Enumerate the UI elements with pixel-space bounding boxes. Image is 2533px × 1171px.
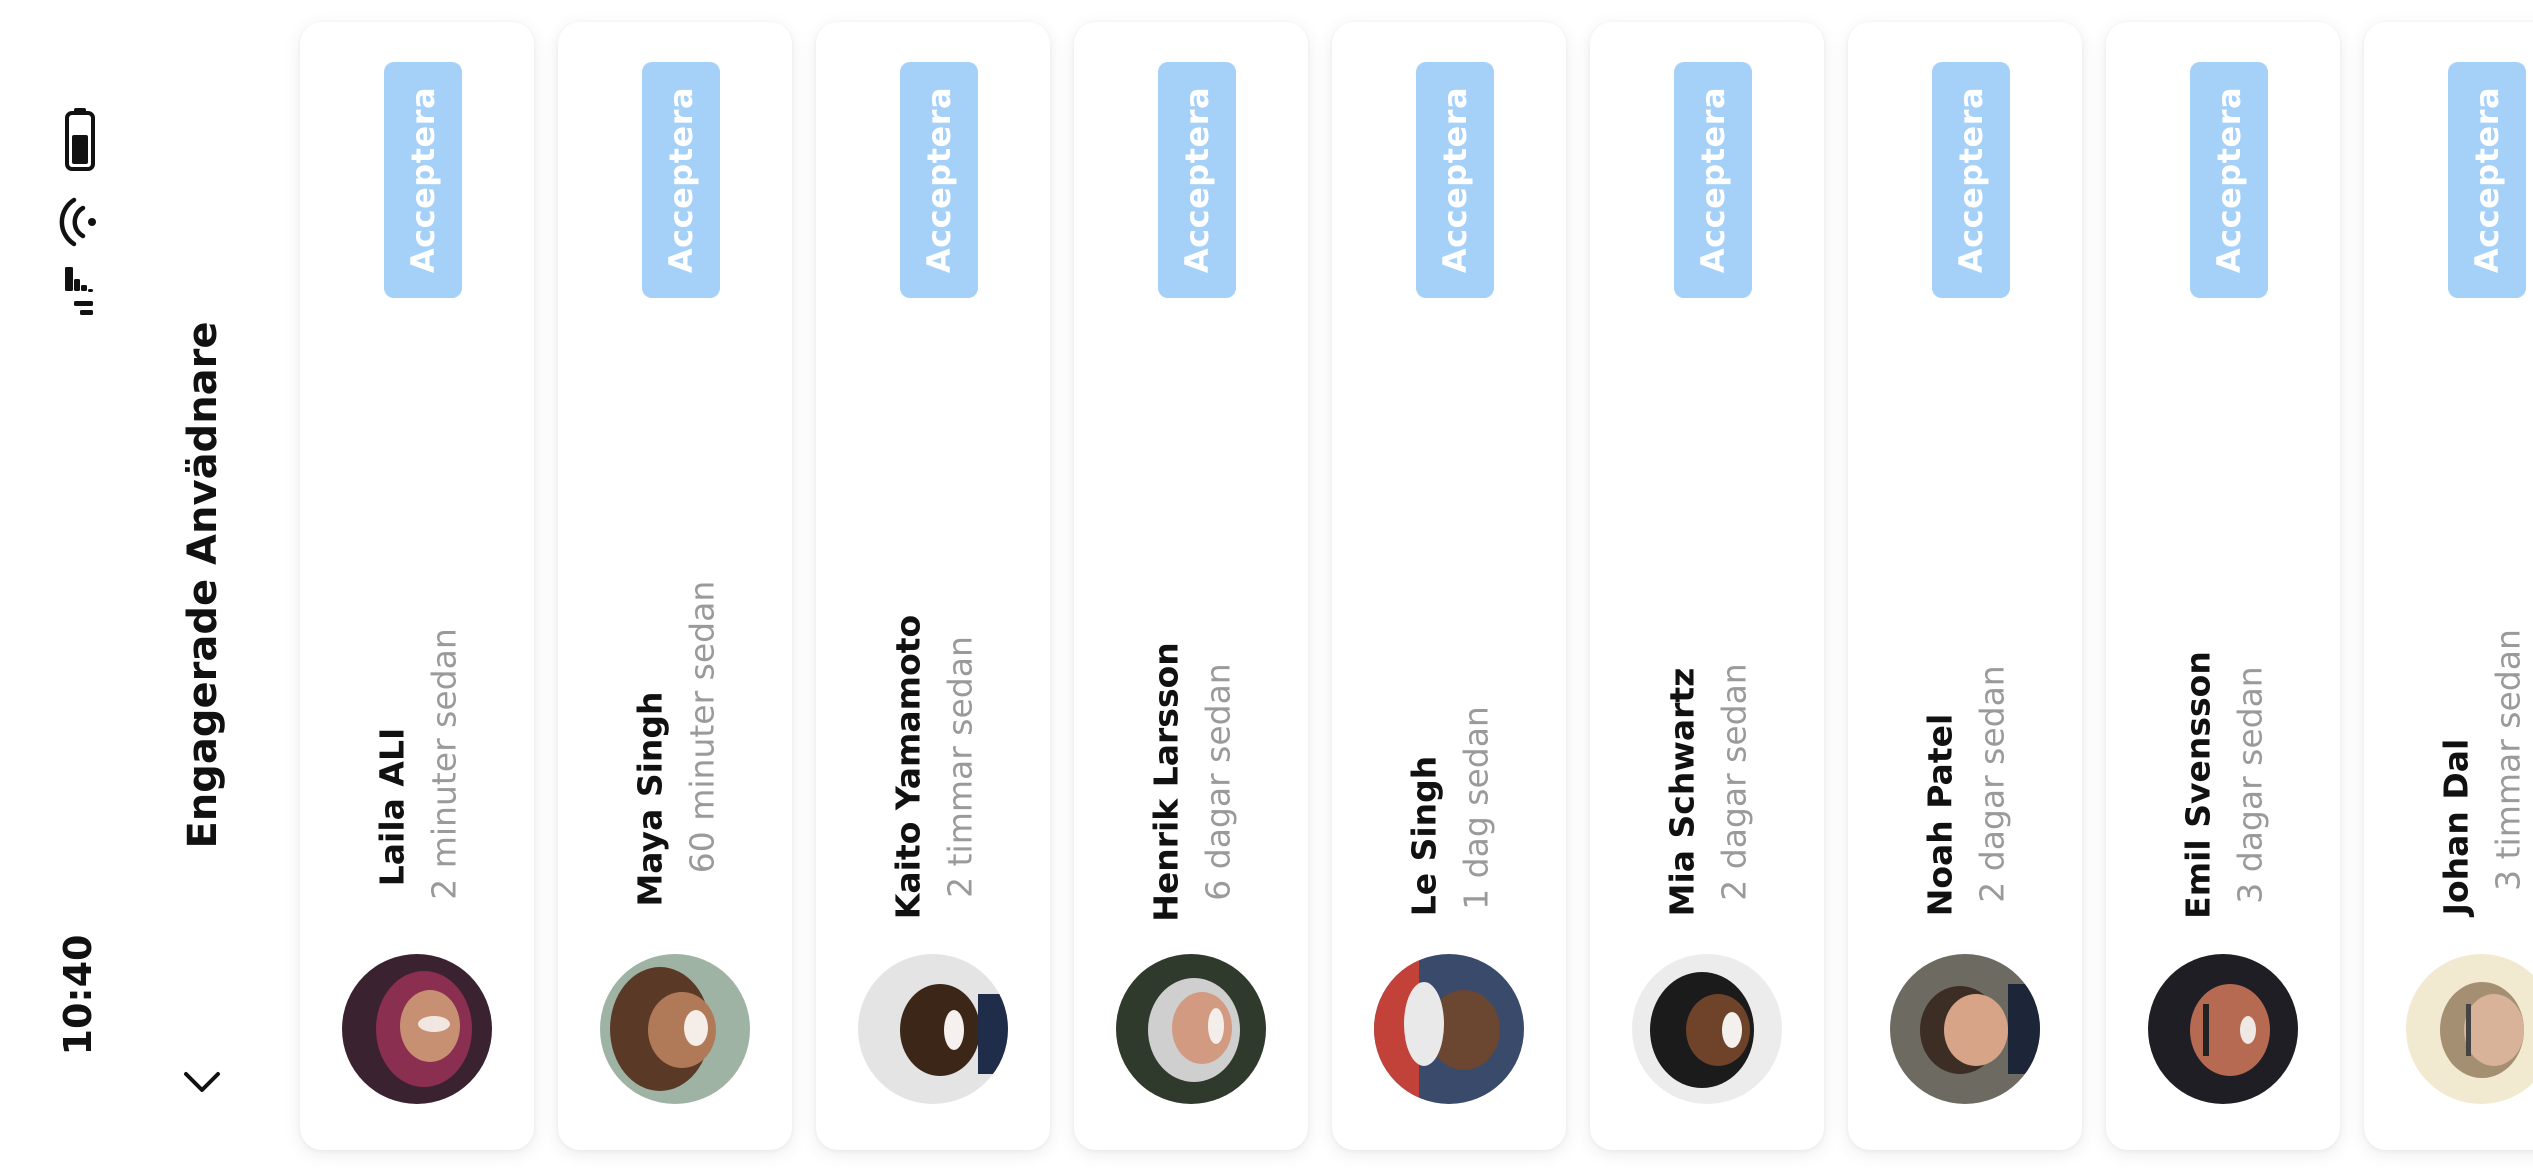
user-time: 60 minuter sedan <box>682 580 722 874</box>
user-time: 3 timmar sedan <box>2488 629 2528 891</box>
accept-button[interactable]: Acceptera <box>2448 62 2526 298</box>
battery-icon <box>65 108 95 171</box>
accept-button[interactable]: Acceptera <box>2190 62 2268 298</box>
avatar-photo-icon <box>1374 954 1524 1104</box>
avatar-photo-icon <box>2406 954 2533 1104</box>
user-name: Johan Dal <box>2436 738 2476 916</box>
user-name: Noah Patel <box>1920 713 1960 917</box>
user-time: 3 dagar sedan <box>2230 666 2270 904</box>
accept-button-label: Acceptera <box>1436 86 1474 274</box>
user-name: Mia Schwartz <box>1662 667 1702 917</box>
user-time: 2 dagar sedan <box>1714 663 1754 901</box>
accept-button[interactable]: Acceptera <box>1416 62 1494 298</box>
signal-bars-icon <box>65 267 93 315</box>
user-time: 2 dagar sedan <box>1972 665 2012 903</box>
accept-button[interactable]: Acceptera <box>900 62 978 298</box>
accept-button[interactable]: Acceptera <box>1674 62 1752 298</box>
accept-button-label: Acceptera <box>404 86 442 274</box>
user-name: Emil Svensson <box>2178 651 2218 919</box>
avatar-photo-icon <box>1890 954 2040 1104</box>
user-list: Acceptera Laila ALI 2 minuter sedan Acce… <box>300 22 2533 1150</box>
back-button[interactable] <box>180 1060 224 1104</box>
user-card: Acceptera Noah Patel 2 dagar sedan <box>1848 22 2082 1150</box>
user-card: Acceptera Le Singh 1 dag sedan <box>1332 22 1566 1150</box>
avatar-photo-icon <box>2148 954 2298 1104</box>
status-icons <box>50 105 110 320</box>
user-card: Acceptera Kaito Yamamoto 2 timmar sedan <box>816 22 1050 1150</box>
user-card: Acceptera Maya Singh 60 minuter sedan <box>558 22 792 1150</box>
user-card: Acceptera Laila ALI 2 minuter sedan <box>300 22 534 1150</box>
accept-button[interactable]: Acceptera <box>1158 62 1236 298</box>
user-time: 6 dagar sedan <box>1198 663 1238 901</box>
user-time: 1 dag sedan <box>1456 706 1496 910</box>
accept-button-label: Acceptera <box>1952 86 1990 274</box>
user-name: Maya Singh <box>630 691 670 907</box>
user-card: Acceptera Henrik Larsson 6 dagar sedan <box>1074 22 1308 1150</box>
avatar-photo-icon <box>1632 954 1782 1104</box>
user-card: Acceptera Mia Schwartz 2 dagar sedan <box>1590 22 1824 1150</box>
avatar-photo-icon <box>1116 954 1266 1104</box>
user-name: Le Singh <box>1404 755 1444 917</box>
avatar-photo-icon <box>858 954 1008 1104</box>
accept-button[interactable]: Acceptera <box>1932 62 2010 298</box>
accept-button-label: Acceptera <box>1178 86 1216 274</box>
accept-button-label: Acceptera <box>1694 86 1732 274</box>
avatar-photo-icon <box>600 954 750 1104</box>
user-name: Laila ALI <box>372 727 412 887</box>
accept-button[interactable]: Acceptera <box>642 62 720 298</box>
accept-button-label: Acceptera <box>662 86 700 274</box>
accept-button-label: Acceptera <box>2210 86 2248 274</box>
user-card: Acceptera Johan Dal 3 timmar sedan <box>2364 22 2533 1150</box>
user-time: 2 timmar sedan <box>940 636 980 898</box>
user-name: Kaito Yamamoto <box>888 614 928 920</box>
wifi-icon <box>59 197 96 247</box>
user-time: 2 minuter sedan <box>424 628 464 900</box>
avatar-photo-icon <box>342 954 492 1104</box>
user-card: Acceptera Emil Svensson 3 dagar sedan <box>2106 22 2340 1150</box>
app-screen: 10:40 Engagerade Anvädnare Acceptera Lai… <box>0 0 2533 1171</box>
accept-button-label: Acceptera <box>920 86 958 274</box>
chevron-down-icon <box>184 1072 220 1092</box>
page-title: Engagerade Anvädnare <box>180 321 226 849</box>
status-time: 10:40 <box>56 934 100 1056</box>
accept-button-label: Acceptera <box>2468 86 2506 274</box>
accept-button[interactable]: Acceptera <box>384 62 462 298</box>
user-name: Henrik Larsson <box>1146 642 1186 922</box>
